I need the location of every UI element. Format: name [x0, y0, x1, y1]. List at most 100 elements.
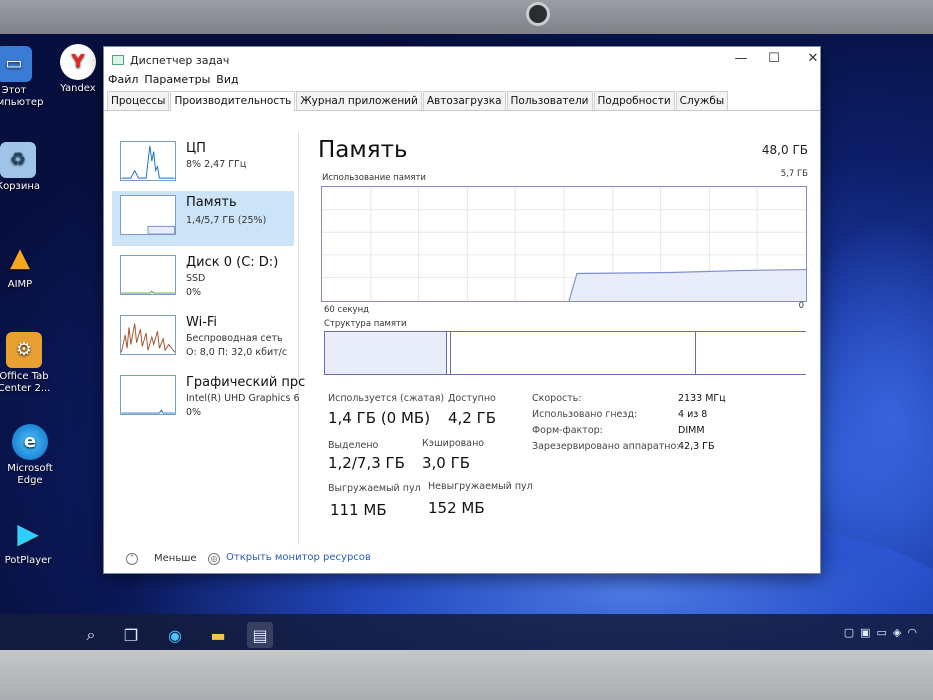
- slots-label: Использовано гнезд:: [532, 409, 638, 420]
- structure-free: [696, 332, 806, 374]
- nonpaged-pool-value: 152 МБ: [428, 499, 485, 517]
- window-title: Диспетчер задач: [130, 53, 230, 67]
- laptop-bezel-bottom: [0, 650, 933, 700]
- network-icon[interactable]: ▭: [877, 626, 893, 639]
- sidebar-item-cpu[interactable]: ЦП 8% 2,47 ГГц: [112, 137, 294, 192]
- sidebar-item-wifi[interactable]: Wi-Fi Беспроводная сеть О: 8,0 П: 32,0 к…: [112, 311, 294, 366]
- nonpaged-pool-label: Невыгружаемый пул: [428, 481, 533, 492]
- potplayer-icon: ▶: [17, 517, 39, 550]
- hw-reserved-label: Зарезервировано аппаратно:: [532, 441, 680, 452]
- sidebar-item-detail: SSD: [186, 273, 206, 284]
- graph-time-right: 0: [798, 301, 804, 311]
- desktop-icon-label: Microsoft Edge: [7, 463, 53, 486]
- file-explorer-icon[interactable]: ▬: [205, 622, 231, 648]
- search-icon[interactable]: ⌕: [78, 622, 104, 648]
- close-button[interactable]: ✕: [798, 51, 828, 66]
- task-manager-taskbar-icon[interactable]: ▤: [247, 622, 273, 648]
- edge-taskbar-icon[interactable]: ◉: [162, 622, 188, 648]
- desktop-icon-recycle-bin[interactable]: ♻ Корзина: [0, 142, 54, 193]
- desktop-screen: ▭ Этот компьютер Y Yandex ♻ Корзина ▲ AI…: [0, 34, 933, 654]
- desktop-icon-label: PotPlayer: [4, 555, 52, 566]
- sidebar-item-memory[interactable]: Память 1,4/5,7 ГБ (25%): [112, 191, 294, 246]
- sidebar-item-throughput: О: 8,0 П: 32,0 кбит/с: [186, 347, 288, 358]
- cpu-mini-graph: [120, 141, 176, 181]
- resource-monitor-icon: ◎: [208, 553, 220, 565]
- desktop-icon-aimp[interactable]: ▲ AIMP: [0, 240, 56, 291]
- sidebar-item-detail: 1,4/5,7 ГБ (25%): [186, 215, 267, 226]
- memory-mini-graph: [120, 195, 176, 235]
- taskbar: ⌕ ❐ ◉ ▬ ▤ ▢▣▭◈◠: [0, 614, 933, 654]
- cached-label: Кэшировано: [422, 438, 485, 449]
- page-title: Память: [318, 137, 408, 163]
- memory-total: 48,0 ГБ: [761, 143, 808, 157]
- office-tab-icon: ⚙: [6, 332, 42, 368]
- structure-standby: [451, 332, 696, 374]
- form-factor-value: DIMM: [678, 425, 705, 436]
- desktop-icon-office-tab[interactable]: ⚙ Office Tab Center 2...: [0, 332, 60, 395]
- sidebar-item-percent: 0%: [186, 407, 202, 418]
- cached-value: 3,0 ГБ: [422, 454, 471, 472]
- memory-structure-bar: [324, 331, 806, 375]
- webcam: [526, 2, 550, 26]
- fewer-details-button[interactable]: Меньше: [154, 553, 197, 564]
- in-use-label: Используется (сжатая): [328, 393, 445, 404]
- tab-bar: Процессы Производительность Журнал прило…: [104, 91, 820, 111]
- menu-bar: Файл Параметры Вид: [104, 73, 820, 91]
- task-manager-window: Диспетчер задач — ☐ ✕ Файл Параметры Вид…: [103, 46, 821, 574]
- memory-usage-graph: [321, 186, 807, 302]
- desktop-icon-label: Office Tab Center 2...: [0, 371, 51, 394]
- tab-startup[interactable]: Автозагрузка: [422, 91, 506, 110]
- desktop-icon-label: Корзина: [0, 181, 41, 192]
- wifi-icon[interactable]: ◠: [907, 626, 923, 639]
- maximize-button[interactable]: ☐: [759, 51, 789, 66]
- slots-value: 4 из 8: [678, 409, 708, 420]
- performance-body: ЦП 8% 2,47 ГГц Память 1,4/5,7 ГБ (25%) Д…: [104, 131, 820, 545]
- tab-services[interactable]: Службы: [675, 91, 729, 110]
- sidebar-item-disk[interactable]: Диск 0 (C: D:) SSD 0%: [112, 251, 294, 306]
- sidebar-item-gpu[interactable]: Графический прс Intel(R) UHD Graphics 6 …: [112, 371, 305, 426]
- tab-performance[interactable]: Производительность: [170, 91, 296, 111]
- sidebar-item-detail: 8% 2,47 ГГц: [186, 159, 247, 170]
- structure-in-use: [325, 332, 447, 374]
- desktop-icon-potplayer[interactable]: ▶ PotPlayer: [0, 516, 64, 567]
- system-tray: ▢▣▭◈◠: [844, 626, 923, 639]
- form-factor-label: Форм-фактор:: [532, 425, 603, 436]
- sidebar-item-title: ЦП: [186, 141, 206, 156]
- tab-details[interactable]: Подробности: [593, 91, 675, 110]
- sidebar-item-title: Диск 0 (C: D:): [186, 255, 279, 270]
- desktop-icon-edge[interactable]: e Microsoft Edge: [0, 424, 66, 487]
- tray-app-icon[interactable]: ▣: [860, 626, 876, 639]
- sidebar-item-percent: 0%: [186, 287, 202, 298]
- sidebar-item-detail: Беспроводная сеть: [186, 333, 283, 344]
- laptop-bezel-top: [0, 0, 933, 36]
- resource-sidebar: ЦП 8% 2,47 ГГц Память 1,4/5,7 ГБ (25%) Д…: [104, 131, 305, 545]
- sidebar-item-detail: Intel(R) UHD Graphics 6: [186, 393, 300, 404]
- notification-icon[interactable]: ▢: [844, 626, 860, 639]
- graph-time-left: 60 секунд: [324, 305, 370, 315]
- menu-file[interactable]: Файл: [108, 73, 138, 91]
- speed-label: Скорость:: [532, 393, 582, 404]
- usage-graph-label: Использование памяти: [322, 173, 426, 183]
- volume-icon[interactable]: ◈: [893, 626, 907, 639]
- committed-label: Выделено: [328, 440, 379, 451]
- tab-app-history[interactable]: Журнал приложений: [296, 91, 422, 110]
- minimize-button[interactable]: —: [726, 51, 756, 66]
- menu-view[interactable]: Вид: [216, 73, 238, 91]
- desktop-icon-label: AIMP: [7, 279, 33, 290]
- chevron-up-icon: ˄: [126, 553, 138, 565]
- usage-graph-max: 5,7 ГБ: [780, 169, 808, 179]
- memory-panel: Память 48,0 ГБ Использование памяти 5,7 …: [314, 131, 814, 545]
- menu-options[interactable]: Параметры: [144, 73, 210, 91]
- wifi-mini-graph: [120, 315, 176, 355]
- speed-value: 2133 МГц: [678, 393, 726, 404]
- aimp-icon: ▲: [10, 243, 30, 273]
- available-value: 4,2 ГБ: [448, 409, 497, 427]
- sidebar-item-title: Wi-Fi: [186, 315, 218, 330]
- tab-processes[interactable]: Процессы: [107, 91, 170, 110]
- task-view-icon[interactable]: ❐: [118, 622, 144, 648]
- open-resource-monitor-link[interactable]: Открыть монитор ресурсов: [226, 552, 371, 563]
- sidebar-item-title: Память: [186, 195, 237, 210]
- sidebar-item-title: Графический прс: [186, 375, 306, 390]
- tab-users[interactable]: Пользователи: [506, 91, 593, 110]
- gpu-mini-graph: [120, 375, 176, 415]
